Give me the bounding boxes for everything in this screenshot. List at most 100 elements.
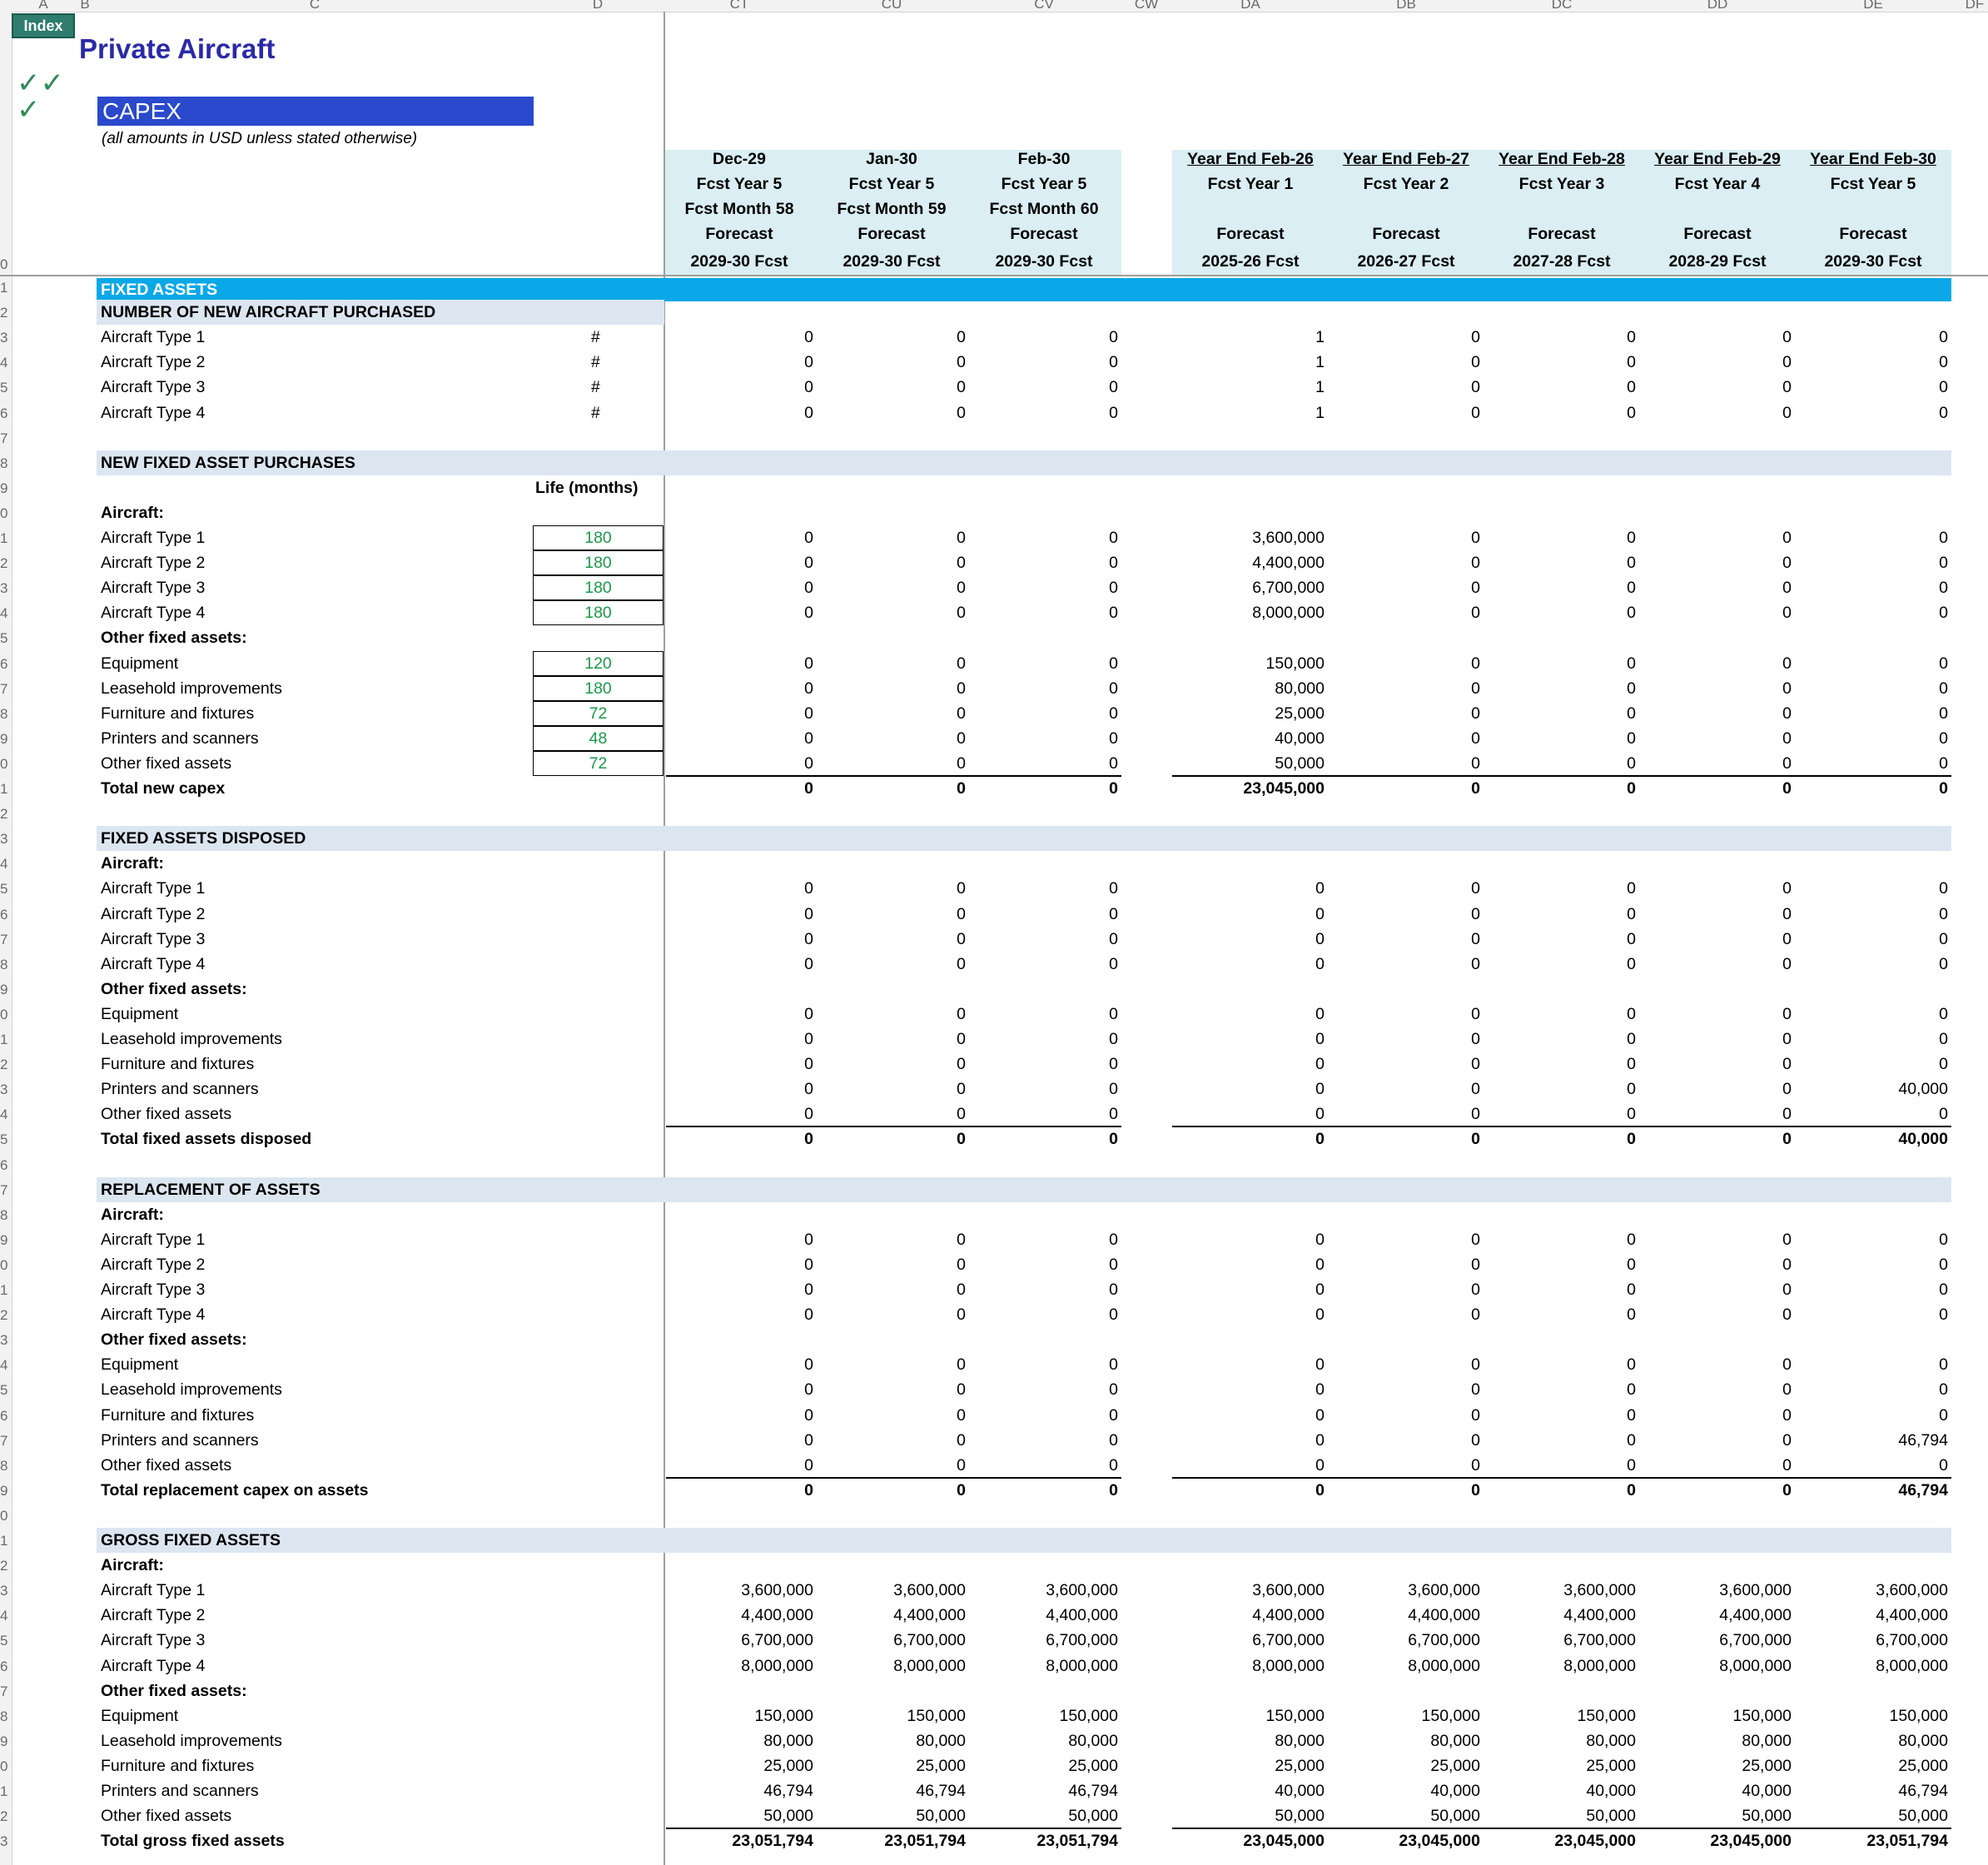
cell-value[interactable]: 50,000: [663, 1803, 813, 1828]
cell-value[interactable]: 46,794: [663, 1778, 813, 1803]
cell-value[interactable]: 0: [1486, 350, 1636, 375]
cell-value[interactable]: 0: [816, 1428, 966, 1453]
life-input[interactable]: 180: [533, 575, 663, 601]
cell-value[interactable]: 50,000: [1642, 1803, 1792, 1828]
cell-value[interactable]: 0: [1486, 375, 1636, 400]
column-letter[interactable]: DC: [1552, 0, 1573, 12]
cell-value[interactable]: 0: [1486, 1478, 1636, 1503]
cell-value[interactable]: 0: [968, 1126, 1118, 1151]
life-input[interactable]: 180: [533, 675, 663, 701]
cell-value[interactable]: 0: [968, 1077, 1118, 1102]
cell-value[interactable]: 0: [1642, 776, 1792, 801]
cell-value[interactable]: 0: [663, 1478, 813, 1503]
cell-value[interactable]: 0: [816, 1377, 966, 1402]
row-number[interactable]: 0: [0, 256, 12, 273]
cell-value[interactable]: 0: [1798, 600, 1948, 625]
cell-value[interactable]: 0: [1175, 1478, 1325, 1503]
cell-value[interactable]: 0: [663, 1453, 813, 1478]
row-number[interactable]: 9: [0, 1733, 12, 1750]
cell-value[interactable]: 0: [968, 1478, 1118, 1503]
cell-value[interactable]: 0: [1330, 550, 1480, 575]
row-number[interactable]: 8: [0, 1207, 12, 1224]
cell-value[interactable]: 40,000: [1798, 1077, 1948, 1102]
cell-value[interactable]: 0: [816, 1478, 966, 1503]
cell-value[interactable]: 40,000: [1175, 726, 1325, 751]
cell-value[interactable]: 0: [816, 1027, 966, 1052]
cell-value[interactable]: 23,045,000: [1175, 1828, 1325, 1853]
cell-value[interactable]: 1: [1175, 375, 1325, 400]
row-number[interactable]: 7: [0, 1683, 12, 1700]
cell-value[interactable]: 25,000: [1642, 1753, 1792, 1778]
cell-value[interactable]: 0: [1486, 676, 1636, 701]
cell-value[interactable]: 0: [816, 1077, 966, 1102]
cell-value[interactable]: 0: [1175, 1428, 1325, 1453]
cell-value[interactable]: 80,000: [1175, 676, 1325, 701]
cell-value[interactable]: 8,000,000: [1175, 600, 1325, 625]
cell-value[interactable]: 3,600,000: [1175, 525, 1325, 550]
row-number[interactable]: 0: [0, 1007, 12, 1023]
cell-value[interactable]: 3,600,000: [663, 1578, 813, 1603]
cell-value[interactable]: 0: [968, 651, 1118, 676]
cell-value[interactable]: 0: [1175, 1302, 1325, 1327]
cell-value[interactable]: 0: [1798, 1403, 1948, 1428]
cell-value[interactable]: 0: [968, 726, 1118, 751]
cell-value[interactable]: 0: [1486, 952, 1636, 977]
cell-value[interactable]: 40,000: [1175, 1778, 1325, 1803]
cell-value[interactable]: 0: [1642, 927, 1792, 952]
cell-value[interactable]: 0: [663, 751, 813, 776]
row-number[interactable]: 6: [0, 405, 12, 422]
cell-value[interactable]: 0: [816, 325, 966, 350]
cell-value[interactable]: 0: [1642, 1403, 1792, 1428]
cell-value[interactable]: 46,794: [1798, 1778, 1948, 1803]
cell-value[interactable]: 0: [1330, 375, 1480, 400]
row-number[interactable]: 8: [0, 1708, 12, 1725]
cell-value[interactable]: 0: [663, 350, 813, 375]
cell-value[interactable]: 0: [1798, 525, 1948, 550]
cell-value[interactable]: 0: [1486, 1052, 1636, 1077]
cell-value[interactable]: 0: [663, 1052, 813, 1077]
cell-value[interactable]: 0: [1642, 600, 1792, 625]
cell-value[interactable]: 3,600,000: [1330, 1578, 1480, 1603]
cell-value[interactable]: 0: [1642, 1126, 1792, 1151]
row-number[interactable]: 2: [0, 1558, 12, 1574]
cell-value[interactable]: 0: [1798, 751, 1948, 776]
cell-value[interactable]: 0: [1175, 1352, 1325, 1377]
cell-value[interactable]: 0: [968, 927, 1118, 952]
cell-value[interactable]: 0: [968, 375, 1118, 400]
cell-value[interactable]: 80,000: [1330, 1728, 1480, 1753]
cell-value[interactable]: 0: [1642, 1102, 1792, 1126]
cell-value[interactable]: 0: [968, 952, 1118, 977]
cell-value[interactable]: 0: [1642, 1428, 1792, 1453]
cell-value[interactable]: 4,400,000: [663, 1603, 813, 1628]
column-letter[interactable]: CW: [1135, 0, 1158, 12]
row-number[interactable]: 9: [0, 1232, 12, 1249]
cell-value[interactable]: 0: [1175, 1126, 1325, 1151]
cell-value[interactable]: 0: [968, 902, 1118, 927]
cell-value[interactable]: 0: [968, 1302, 1118, 1327]
row-number[interactable]: 6: [0, 907, 12, 923]
cell-value[interactable]: 0: [1175, 1027, 1325, 1052]
cell-value[interactable]: 4,400,000: [1798, 1603, 1948, 1628]
cell-value[interactable]: 80,000: [1798, 1728, 1948, 1753]
cell-value[interactable]: 0: [663, 902, 813, 927]
cell-value[interactable]: 0: [1486, 927, 1636, 952]
cell-value[interactable]: 80,000: [1175, 1728, 1325, 1753]
life-input[interactable]: 120: [533, 650, 663, 676]
cell-value[interactable]: 0: [1175, 1377, 1325, 1402]
cell-value[interactable]: 0: [968, 701, 1118, 726]
row-number[interactable]: 1: [0, 1533, 12, 1549]
cell-value[interactable]: 0: [816, 1102, 966, 1126]
cell-value[interactable]: 0: [1486, 1252, 1636, 1277]
cell-value[interactable]: 8,000,000: [816, 1654, 966, 1678]
cell-value[interactable]: 0: [663, 575, 813, 600]
cell-value[interactable]: 0: [663, 927, 813, 952]
cell-value[interactable]: 0: [1330, 776, 1480, 801]
cell-value[interactable]: 0: [816, 1052, 966, 1077]
cell-value[interactable]: 0: [1175, 1453, 1325, 1478]
cell-value[interactable]: 0: [1330, 676, 1480, 701]
row-number[interactable]: 7: [0, 1433, 12, 1450]
cell-value[interactable]: 0: [1642, 1277, 1792, 1302]
cell-value[interactable]: 0: [1798, 1027, 1948, 1052]
cell-value[interactable]: 0: [1330, 350, 1480, 375]
cell-value[interactable]: 0: [663, 1002, 813, 1027]
